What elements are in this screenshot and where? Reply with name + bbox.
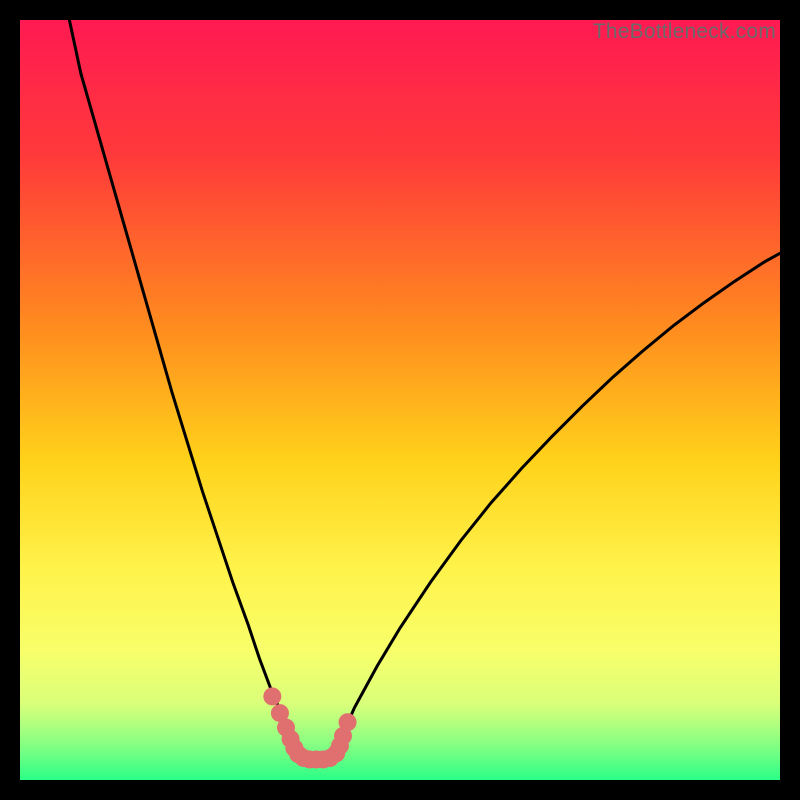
marker-point: [263, 687, 281, 705]
bottleneck-chart: [20, 20, 780, 780]
watermark-text: TheBottleneck.com: [593, 20, 776, 44]
chart-frame: TheBottleneck.com: [20, 20, 780, 780]
marker-point: [339, 713, 357, 731]
gradient-background: [20, 20, 780, 780]
